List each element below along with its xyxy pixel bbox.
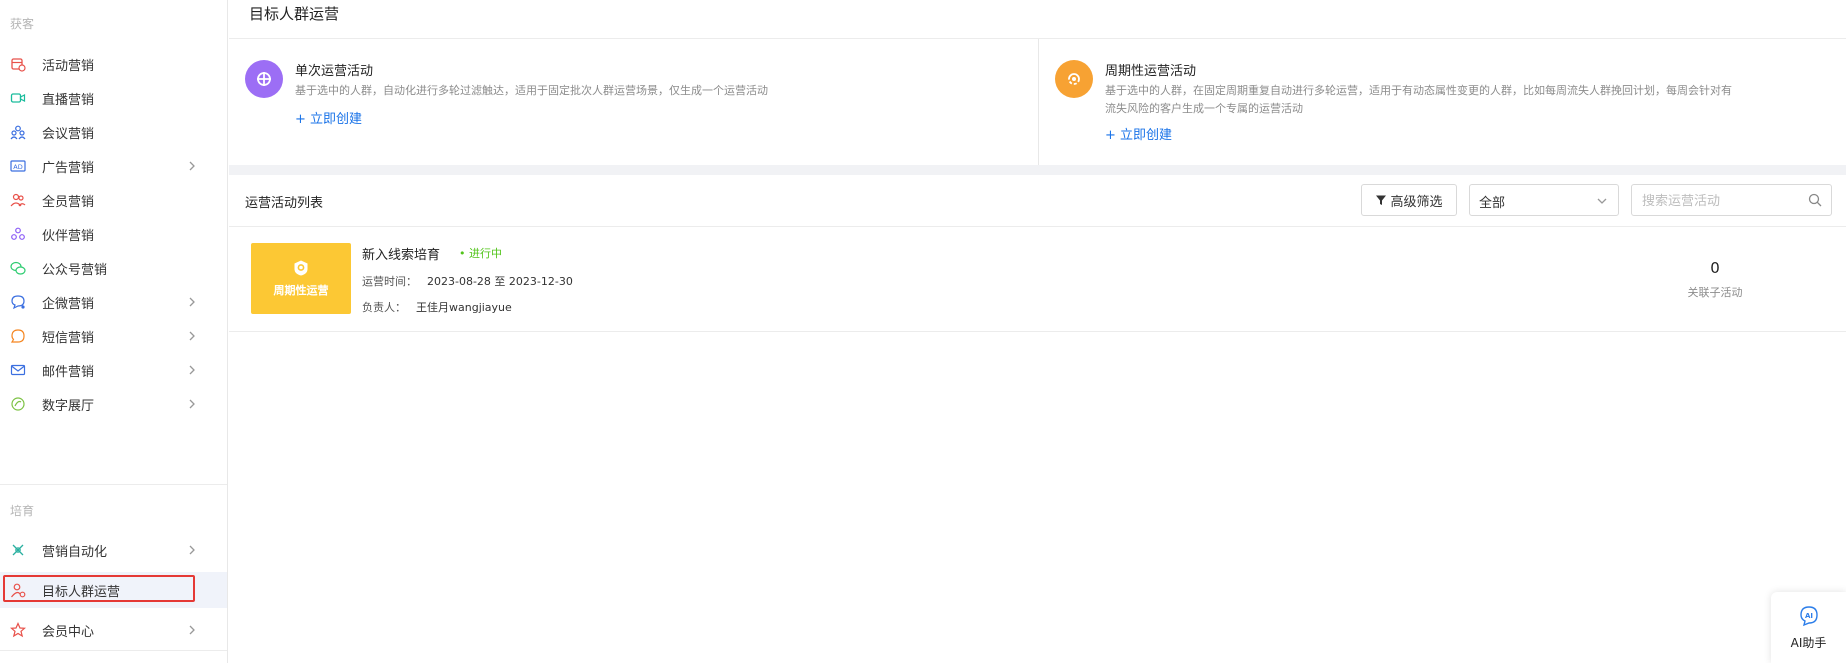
single-activity-icon [245,60,283,98]
create-single-activity-link[interactable]: + 立即创建 [295,108,362,127]
chevron-right-icon [189,297,195,307]
sidebar-item-label: 会议营销 [42,126,95,142]
sidebar-item-label: 直播营销 [42,92,95,108]
status-badge: • 进行中 [459,247,502,260]
search-box [1631,184,1832,217]
calendar-gift-icon [11,58,26,72]
time-value: 2023-08-28 至 2023-12-30 [427,275,573,288]
chevron-down-icon [1597,198,1607,204]
page-title: 目标人群运营 [249,5,340,23]
chevron-right-icon [189,399,195,409]
ad-badge-icon: AD [10,160,26,172]
main-content: 目标人群运营 单次运营活动 基于选中的人群，自动化进行多轮过滤触达，适用于固定批… [229,0,1846,663]
group-title-nurture: 培育 [10,504,35,518]
activity-thumbnail: 周期性运营 [251,243,351,314]
chevron-right-icon [189,625,195,635]
svg-text:AD: AD [13,163,22,171]
sub-activity-label: 关联子活动 [1687,286,1743,299]
people-group-icon [10,125,26,140]
status-select-value: 全部 [1479,196,1506,211]
sidebar-item-label: 企微营销 [42,296,95,312]
sub-activity-count: 0 [1710,259,1720,277]
ai-assistant-label: AI助手 [1790,636,1827,650]
time-label: 运营时间： [362,275,417,288]
sidebar-item-label: 短信营销 [42,330,95,346]
card-description-line: 流失风险的客户生成一个专属的运营活动 [1105,102,1303,115]
card-description: 基于选中的人群，自动化进行多轮过滤触达，适用于固定批次人群运营场景，仅生成一个运… [295,84,768,97]
periodic-activity-card: 周期性运营活动 基于选中的人群，在固定周期重复自动进行多轮运营，适用于有动态属性… [1039,39,1846,165]
sidebar: 获客 活动营销 直播营销 会议营销 AD 广告营销 全员营销 伙伴营销 公众号营… [0,0,228,663]
chevron-right-icon [189,365,195,375]
sms-bubble-icon [10,329,25,343]
search-icon[interactable] [1808,193,1822,207]
users-icon [10,193,26,207]
chevron-right-icon [189,545,195,555]
activity-name[interactable]: 新入线索培育 [362,244,440,263]
ai-robot-icon: AI [1800,606,1818,627]
create-periodic-activity-link[interactable]: + 立即创建 [1105,124,1172,143]
sidebar-item-label: 目标人群运营 [42,584,121,600]
target-user-icon [11,583,26,598]
cycle-icon [1068,73,1080,85]
status-select[interactable]: 全部 [1469,184,1619,216]
card-description-line: 基于选中的人群，在固定周期重复自动进行多轮运营，适用于有动态属性变更的人群，比如… [1105,84,1732,97]
chevron-right-icon [189,161,195,171]
sidebar-item-label: 营销自动化 [42,544,108,560]
activity-time: 运营时间： 2023-08-28 至 2023-12-30 [362,273,573,289]
filter-icon [1376,195,1387,205]
crosshair-icon [257,72,271,86]
partner-icon [11,227,25,240]
thumbnail-label: 周期性运营 [273,284,329,297]
sidebar-item-label: 会员中心 [42,624,95,640]
single-activity-card: 单次运营活动 基于选中的人群，自动化进行多轮过滤触达，适用于固定批次人群运营场景… [229,39,1038,165]
mail-icon [10,364,26,376]
sidebar-item-label: 公众号营销 [42,262,108,278]
sidebar-divider [0,650,227,651]
automation-icon [12,544,24,556]
sidebar-item-label: 伙伴营销 [42,228,95,244]
advanced-filter-label: 高级筛选 [1390,194,1443,210]
sidebar-item-label: 数字展厅 [42,398,95,414]
sidebar-item-digital-hall[interactable]: 数字展厅 [0,384,227,424]
sidebar-item-member-center[interactable]: 会员中心 [0,610,227,650]
periodic-activity-icon [1055,60,1093,98]
card-description: 基于选中的人群，在固定周期重复自动进行多轮运营，适用于有动态属性变更的人群，比如… [1105,82,1732,118]
periodic-ops-icon [294,260,308,276]
section-separator [229,165,1846,175]
card-title: 单次运营活动 [295,64,374,79]
row-divider [229,331,1846,332]
search-input[interactable] [1640,185,1804,217]
card-title: 周期性运营活动 [1105,64,1197,79]
sidebar-divider [0,484,227,485]
ai-assistant-button[interactable]: AI AI助手 [1771,592,1846,663]
video-camera-icon [10,93,26,103]
activity-owner: 负责人： 王佳月wangjiayue [362,299,512,315]
chevron-right-icon [189,331,195,341]
svg-text:AI: AI [1805,612,1813,620]
sidebar-item-label: 全员营销 [42,194,95,210]
owner-label: 负责人： [362,301,406,314]
advanced-filter-button[interactable]: 高级筛选 [1361,184,1457,216]
wechat-icon [10,261,26,275]
member-star-icon [10,622,26,638]
list-title: 运营活动列表 [245,196,324,211]
sidebar-item-label: 广告营销 [42,160,95,176]
sidebar-item-marketing-automation[interactable]: 营销自动化 [0,530,227,570]
sidebar-item-target-audience-ops[interactable]: 目标人群运营 [0,572,227,608]
digital-hall-icon [11,397,25,411]
owner-value: 王佳月wangjiayue [416,301,512,314]
chat-bubble-icon [11,295,25,310]
sidebar-item-label: 邮件营销 [42,364,95,380]
list-header-divider [229,226,1846,227]
group-title-acquire: 获客 [10,17,35,31]
sidebar-item-label: 活动营销 [42,58,95,74]
